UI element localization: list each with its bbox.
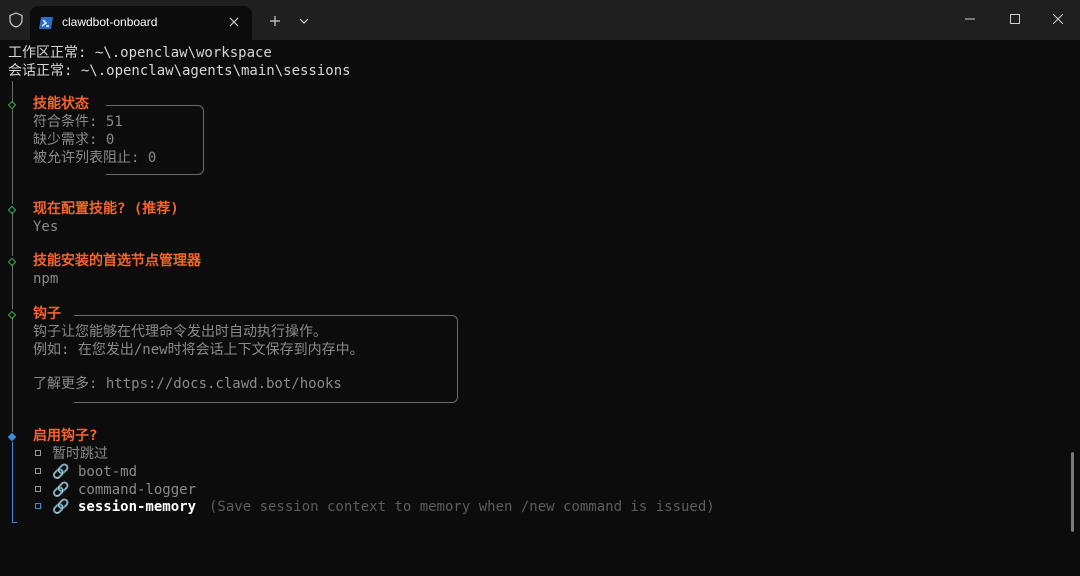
new-tab-button[interactable]: [266, 12, 284, 30]
maximize-button[interactable]: [1003, 8, 1027, 30]
step-done-icon: [7, 205, 17, 215]
link-icon: 🔗: [52, 482, 70, 498]
sessions-status: 会话正常: ~\.openclaw\agents\main\sessions: [8, 63, 351, 79]
skills-eligible: 符合条件: 51: [33, 114, 123, 130]
link-icon: 🔗: [52, 499, 70, 515]
active-gutter-line: [12, 442, 13, 523]
skills-missing: 缺少需求: 0: [33, 132, 115, 148]
workspace-status: 工作区正常: ~\.openclaw\workspace: [8, 45, 272, 61]
active-gutter-end: [12, 522, 17, 523]
gutter-line: [12, 109, 13, 204]
hooks-example: 例如: 在您发出/new时将会话上下文保存到内存中。: [33, 342, 364, 358]
step-done-icon: [7, 100, 17, 110]
close-tab-icon[interactable]: [224, 12, 244, 32]
checkbox-icon[interactable]: [35, 450, 41, 456]
skills-blocked: 被允许列表阻止: 0: [33, 150, 157, 166]
powershell-icon: [38, 15, 54, 29]
gutter-line: [12, 264, 13, 309]
hook-option-label: session-memory: [78, 499, 197, 515]
step-done-icon: [7, 257, 17, 267]
checkbox-icon[interactable]: [35, 468, 41, 474]
close-window-button[interactable]: [1046, 8, 1070, 30]
step-done-icon: [7, 310, 17, 320]
hook-option-hint: (Save session context to memory when /ne…: [209, 499, 715, 515]
skills-status-heading: 技能状态: [33, 96, 89, 112]
checkbox-icon[interactable]: [35, 486, 41, 492]
gutter-line: [12, 317, 13, 432]
hooks-learn-more: 了解更多: https://docs.clawd.bot/hooks: [33, 376, 342, 392]
step-active-icon: [7, 432, 17, 442]
gutter-line: [12, 81, 13, 103]
hook-option-label: boot-md: [78, 464, 138, 480]
chevron-down-icon[interactable]: [296, 12, 312, 30]
title-bar: clawdbot-onboard: [0, 0, 1080, 40]
node-manager-answer: npm: [33, 271, 59, 287]
scrollbar-thumb[interactable]: [1071, 452, 1074, 532]
minimize-button[interactable]: [958, 8, 982, 30]
checkbox-icon[interactable]: [35, 503, 41, 509]
tab-title: clawdbot-onboard: [62, 15, 158, 29]
hooks-description: 钩子让您能够在代理命令发出时自动执行操作。: [33, 324, 327, 340]
shield-icon[interactable]: [6, 10, 26, 30]
tab-terminal[interactable]: clawdbot-onboard: [30, 6, 252, 40]
enable-hooks-question: 启用钩子?: [33, 428, 98, 444]
hook-option-label: command-logger: [78, 482, 197, 498]
gutter-line: [12, 212, 13, 256]
node-manager-question: 技能安装的首选节点管理器: [33, 253, 201, 269]
link-icon: 🔗: [52, 464, 70, 480]
terminal-output[interactable]: 工作区正常: ~\.openclaw\workspace 会话正常: ~\.op…: [0, 40, 1080, 576]
hooks-heading: 钩子: [33, 306, 61, 322]
hook-option-label: 暂时跳过: [52, 446, 108, 462]
configure-skills-answer: Yes: [33, 219, 59, 235]
configure-skills-question: 现在配置技能? (推荐): [33, 201, 179, 217]
